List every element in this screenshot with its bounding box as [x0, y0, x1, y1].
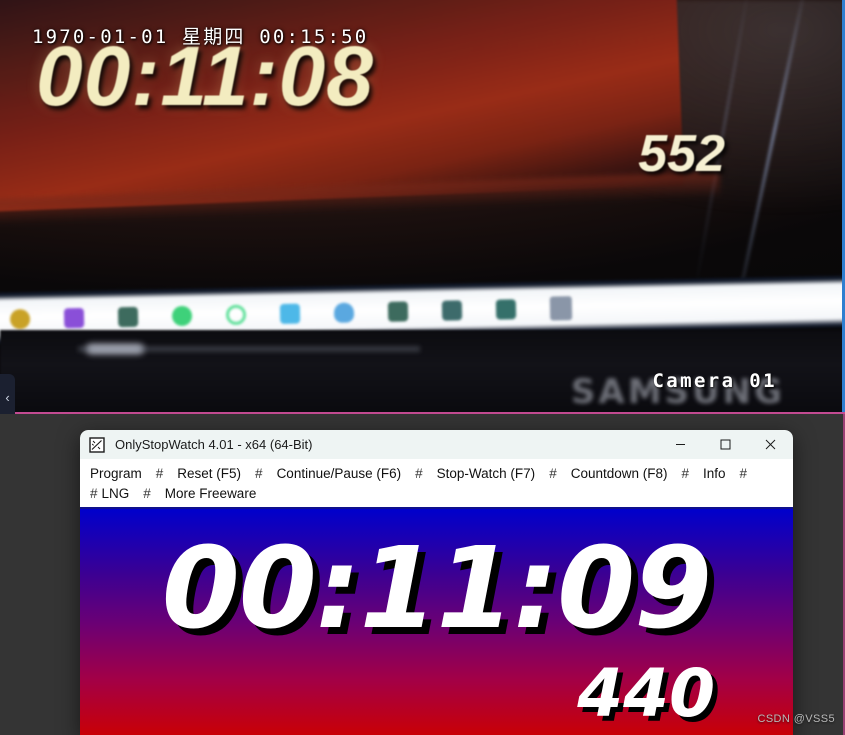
menu-separator: #: [415, 465, 423, 481]
stopwatch-milliseconds: 440: [577, 655, 715, 732]
desk-edge: [78, 346, 420, 352]
taskbar-icon-6: [333, 302, 355, 323]
menu-row-1: Program # Reset (F5) # Continue/Pause (F…: [80, 463, 793, 483]
menu-item-lng[interactable]: LNG: [102, 486, 130, 501]
taskbar-icon-8: [441, 300, 463, 321]
maximize-icon: [720, 439, 731, 450]
menu-bar[interactable]: Program # Reset (F5) # Continue/Pause (F…: [80, 459, 793, 509]
stopwatch-time: 00:11:09: [161, 524, 712, 654]
stopwatch-chart-icon: [89, 436, 105, 453]
menu-separator: #: [255, 465, 263, 481]
menu-separator: #: [155, 465, 164, 481]
menu-row-2: # LNG # More Freeware: [80, 483, 793, 503]
menu-separator: #: [681, 465, 690, 481]
osd-timestamp: 1970-01-01 星期四 00:15:50: [32, 26, 369, 48]
menu-item-reset[interactable]: Reset (F5): [177, 466, 241, 481]
minimize-button[interactable]: [658, 430, 703, 459]
menu-item-program[interactable]: Program: [90, 466, 142, 481]
stopwatch-display[interactable]: 00:11:09 440: [80, 509, 793, 735]
taskbar-icon-7: [387, 301, 409, 322]
menu-item-info[interactable]: Info: [703, 466, 726, 481]
taskbar-icon-1: [63, 307, 85, 329]
menu-item-continue-pause[interactable]: Continue/Pause (F6): [277, 466, 402, 481]
chevron-left-icon: ‹: [5, 389, 10, 405]
menu-separator: #: [549, 465, 557, 481]
taskbar-icon-9: [495, 299, 517, 320]
taskbar-icon-0: [9, 308, 31, 330]
onlystopwatch-window[interactable]: OnlyStopWatch 4.01 - x64 (64-Bit) Progra…: [80, 430, 793, 735]
screen-root: 00:11:08 552 1970-01-01 星期四 00:15:50 SAM…: [0, 0, 845, 735]
close-button[interactable]: [748, 430, 793, 459]
menu-separator: #: [143, 485, 151, 501]
taskbar-icon-10: [549, 296, 573, 321]
taskbar-icon-5: [279, 303, 301, 324]
window-titlebar[interactable]: OnlyStopWatch 4.01 - x64 (64-Bit): [80, 430, 793, 459]
window-controls: [658, 430, 793, 459]
menu-item-stop-watch[interactable]: Stop-Watch (F7): [437, 466, 536, 481]
taskbar-icon-4: [225, 304, 247, 326]
camera-video-pane[interactable]: 00:11:08 552 1970-01-01 星期四 00:15:50 SAM…: [0, 0, 845, 414]
menu-item-countdown[interactable]: Countdown (F8): [571, 466, 668, 481]
filmed-stopwatch-milliseconds: 552: [638, 125, 725, 183]
window-title: OnlyStopWatch 4.01 - x64 (64-Bit): [115, 437, 313, 452]
menu-separator: #: [90, 485, 98, 501]
osd-camera-label: Camera 01: [652, 370, 777, 392]
taskbar-icon-2: [117, 306, 139, 328]
close-icon: [765, 439, 776, 450]
taskbar-icon-3: [171, 305, 193, 327]
maximize-button[interactable]: [703, 430, 748, 459]
menu-separator: #: [739, 465, 748, 481]
minimize-icon: [676, 444, 685, 445]
menu-item-more-freeware[interactable]: More Freeware: [165, 486, 257, 501]
